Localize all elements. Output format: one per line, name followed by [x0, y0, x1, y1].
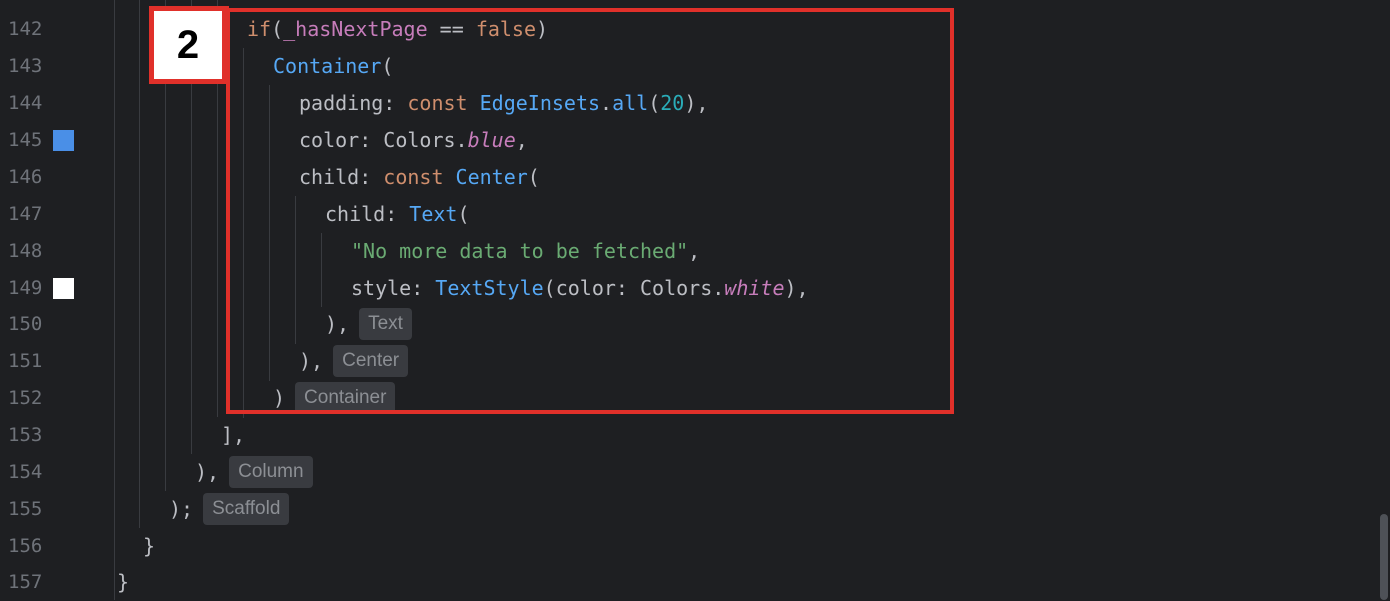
punctuation: }: [117, 570, 130, 594]
code-line-153: ],: [221, 417, 245, 454]
punctuation: ],: [221, 423, 246, 447]
punctuation: );: [169, 497, 194, 521]
closing-label-hint: Scaffold: [203, 492, 290, 525]
code-line-154: ), Column: [195, 454, 313, 491]
annotation-badge-number: 2: [154, 11, 222, 79]
annotation-badge: 2: [149, 6, 229, 84]
code-line-157: }: [117, 564, 129, 601]
punctuation: ),: [195, 460, 220, 484]
closing-label-hint: Column: [229, 455, 313, 488]
code-line-155: ); Scaffold: [169, 491, 290, 528]
code-line-156: }: [143, 528, 155, 565]
code-editor[interactable]: 142 143 144 145 146 147 148 149 150 151 …: [0, 0, 1390, 600]
punctuation: }: [143, 534, 156, 558]
annotation-highlight-box: [226, 8, 954, 414]
vertical-scrollbar[interactable]: [1380, 514, 1388, 600]
